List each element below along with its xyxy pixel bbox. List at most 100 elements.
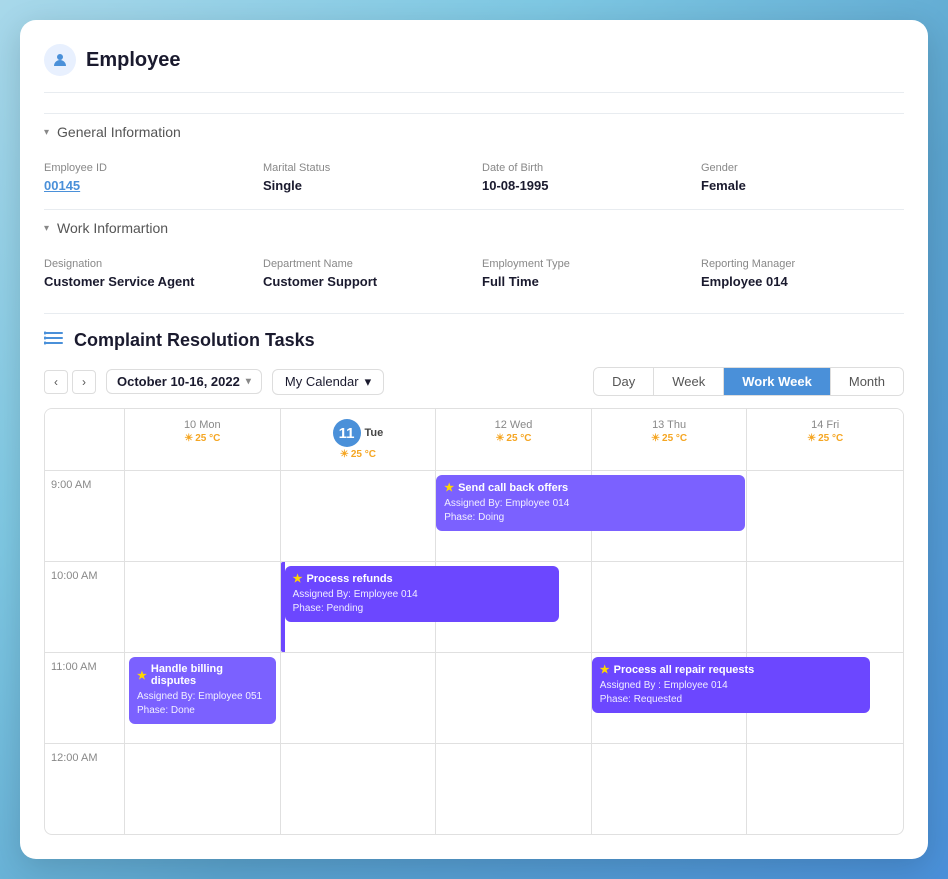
event-process-repair[interactable]: ★ Process all repair requests Assigned B… [592,657,870,713]
work-info-label: Work Informartion [57,220,168,236]
tab-work-week[interactable]: Work Week [724,368,831,395]
cell-fri-9am[interactable] [747,471,903,561]
star-icon-process-refunds: ★ [293,572,303,585]
work-info-fields: Designation Customer Service Agent Depar… [44,246,904,305]
field-department: Department Name Customer Support [263,258,466,289]
employee-id-value[interactable]: 00145 [44,178,247,193]
cell-thu-10am[interactable] [592,562,748,652]
cell-thu-12am[interactable] [592,744,748,834]
cell-tue-10am[interactable]: ★ Process refunds Assigned By: Employee … [281,562,437,652]
tab-month[interactable]: Month [831,368,903,395]
work-info-header[interactable]: ▾ Work Informartion [44,209,904,246]
gender-value: Female [701,178,904,193]
time-col-header [45,409,125,471]
sun-icon-thu: ☀ [651,433,660,444]
main-card: Employee ▾ General Information Employee … [20,20,928,859]
page-title: Employee [86,49,180,72]
general-info-label: General Information [57,124,181,140]
sun-icon-tue: ☀ [340,449,349,460]
general-info-header[interactable]: ▾ General Information [44,113,904,150]
calendar-selector-text: My Calendar [285,374,359,389]
cell-tue-9am[interactable] [281,471,437,561]
calendar-header-row: 10 Mon ☀ 25 °C 11 Tue ☀ 25 °C [45,409,903,471]
cell-mon-12am[interactable] [125,744,281,834]
temp-wed: 25 °C [506,433,531,444]
event-handle-billing-title: ★ Handle billing disputes [137,663,268,687]
marital-status-value: Single [263,178,466,193]
sun-icon-fri: ☀ [807,433,816,444]
gender-label: Gender [701,162,904,174]
day-header-mon: 10 Mon ☀ 25 °C [125,409,281,471]
calendar-selector-chevron: ▾ [365,374,372,390]
temp-thu: 25 °C [662,433,687,444]
tab-day[interactable]: Day [594,368,654,395]
calendar-selector[interactable]: My Calendar ▾ [272,369,384,395]
day-header-tue: 11 Tue ☀ 25 °C [281,409,437,471]
event-process-refunds-assigned: Assigned By: Employee 014 [293,588,551,602]
sun-icon-wed: ☀ [495,433,504,444]
time-row-11am: 11:00 AM ★ Handle billing disputes Assig… [45,653,903,744]
calendar-prev-button[interactable]: ‹ [44,370,68,394]
complaint-section-header: Complaint Resolution Tasks [44,313,904,353]
field-reporting-manager: Reporting Manager Employee 014 [701,258,904,289]
time-label-11am: 11:00 AM [45,653,125,743]
temp-fri: 25 °C [818,433,843,444]
general-info-fields: Employee ID 00145 Marital Status Single … [44,150,904,209]
cell-thu-11am[interactable]: ★ Process all repair requests Assigned B… [592,653,748,743]
event-handle-billing-phase: Phase: Done [137,704,268,718]
event-send-call-back[interactable]: ★ Send call back offers Assigned By: Emp… [436,475,745,531]
day-name-tue: Tue [365,427,384,439]
field-designation: Designation Customer Service Agent [44,258,247,289]
event-send-call-back-assigned: Assigned By: Employee 014 [444,497,737,511]
star-icon-process-repair: ★ [600,663,610,676]
cell-wed-11am[interactable] [436,653,592,743]
cell-wed-9am[interactable]: ★ Send call back offers Assigned By: Emp… [436,471,592,561]
field-gender: Gender Female [701,162,904,193]
reporting-manager-value: Employee 014 [701,274,904,289]
event-process-repair-title: ★ Process all repair requests [600,663,862,676]
weather-fri: ☀ 25 °C [755,433,895,444]
cell-mon-10am[interactable] [125,562,281,652]
tab-week[interactable]: Week [654,368,724,395]
calendar-date-range[interactable]: October 10-16, 2022 ▾ [106,369,262,394]
field-dob: Date of Birth 10-08-1995 [482,162,685,193]
cell-tue-11am[interactable] [281,653,437,743]
dob-value: 10-08-1995 [482,178,685,193]
calendar-toolbar: ‹ › October 10-16, 2022 ▾ My Calendar ▾ … [44,367,904,396]
dob-label: Date of Birth [482,162,685,174]
day-name-thu: 13 Thu [600,419,739,431]
employee-id-label: Employee ID [44,162,247,174]
star-icon-handle-billing: ★ [137,669,147,682]
event-send-call-back-phase: Phase: Doing [444,511,737,525]
cell-tue-12am[interactable] [281,744,437,834]
general-info-section: ▾ General Information Employee ID 00145 … [44,113,904,209]
day-name-wed: 12 Wed [444,419,583,431]
field-marital-status: Marital Status Single [263,162,466,193]
star-icon-send-call-back: ★ [444,481,454,494]
weather-mon: ☀ 25 °C [133,433,272,444]
event-send-call-back-title: ★ Send call back offers [444,481,737,494]
day-name-mon: 10 Mon [133,419,272,431]
cell-mon-11am[interactable]: ★ Handle billing disputes Assigned By: E… [125,653,281,743]
employment-type-label: Employment Type [482,258,685,270]
cell-fri-10am[interactable] [747,562,903,652]
general-info-chevron: ▾ [44,127,49,138]
event-handle-billing-assigned: Assigned By: Employee 051 [137,690,268,704]
cell-wed-12am[interactable] [436,744,592,834]
calendar-next-button[interactable]: › [72,370,96,394]
cell-mon-9am[interactable] [125,471,281,561]
time-row-10am: 10:00 AM ★ Process refunds Assigned By: … [45,562,903,653]
work-info-chevron: ▾ [44,223,49,234]
reporting-manager-label: Reporting Manager [701,258,904,270]
weather-tue: ☀ 25 °C [289,449,428,460]
event-handle-billing[interactable]: ★ Handle billing disputes Assigned By: E… [129,657,276,724]
complaint-title: Complaint Resolution Tasks [74,330,315,351]
event-process-refunds[interactable]: ★ Process refunds Assigned By: Employee … [285,566,559,622]
field-employee-id: Employee ID 00145 [44,162,247,193]
cell-fri-12am[interactable] [747,744,903,834]
view-tabs: Day Week Work Week Month [593,367,904,396]
time-row-12am: 12:00 AM [45,744,903,834]
work-info-section: ▾ Work Informartion Designation Customer… [44,209,904,305]
event-process-refunds-phase: Phase: Pending [293,602,551,616]
event-process-refunds-title: ★ Process refunds [293,572,551,585]
